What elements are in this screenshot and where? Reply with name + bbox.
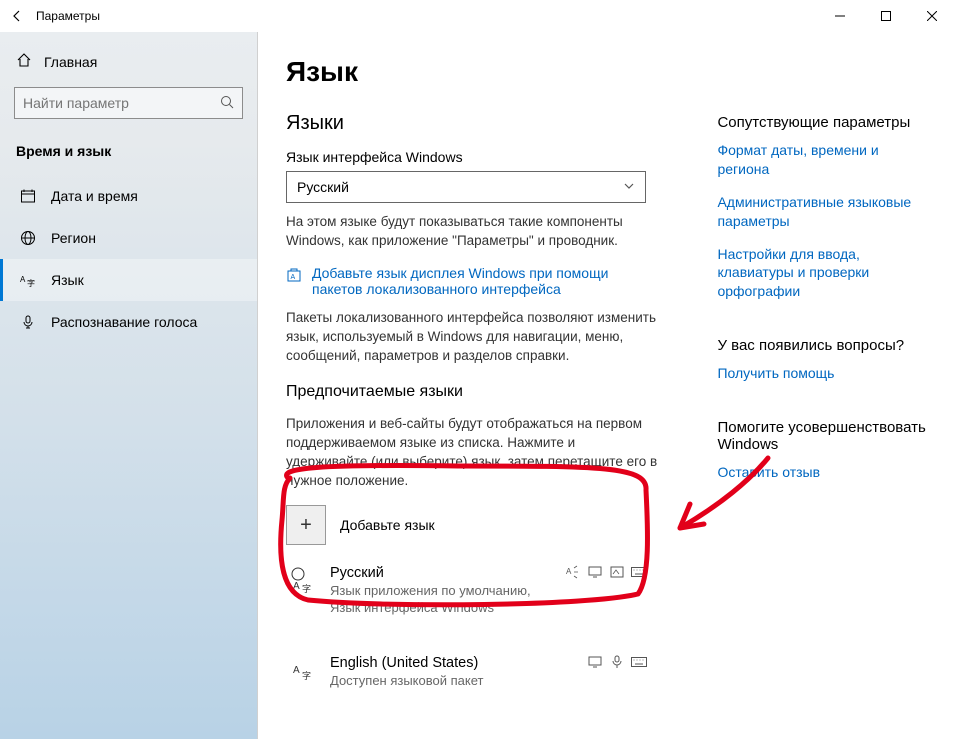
related-link-3[interactable]: Настройки для ввода, клавиатуры и провер… — [717, 245, 927, 302]
page-title: Язык — [286, 56, 657, 88]
sidebar-item-label: Регион — [51, 230, 96, 246]
related-link-1[interactable]: Формат даты, времени и региона — [717, 141, 927, 179]
chevron-down-icon — [623, 179, 635, 195]
language-glyph-icon: A字 — [290, 657, 316, 686]
display-language-value: Русский — [297, 179, 349, 195]
preferred-desc: Приложения и веб-сайты будут отображатьс… — [286, 415, 657, 491]
sidebar: Главная Время и язык Дата и время — [0, 32, 258, 739]
language-subtitle: Язык приложения по умолчанию, Язык интер… — [330, 583, 551, 617]
sidebar-item-datetime[interactable]: Дата и время — [0, 175, 257, 217]
lip-link[interactable]: Добавьте язык дисплея Windows при помощи… — [312, 265, 657, 297]
content-pane: Язык Языки Язык интерфейса Windows Русск… — [286, 56, 657, 719]
preferred-heading: Предпочитаемые языки — [286, 383, 657, 401]
svg-text:字: 字 — [302, 670, 311, 681]
globe-icon — [19, 229, 37, 247]
related-link-2[interactable]: Административные языковые параметры — [717, 193, 927, 231]
back-button[interactable] — [8, 7, 26, 25]
svg-text:A: A — [20, 275, 26, 284]
sidebar-item-label: Дата и время — [51, 188, 138, 204]
lip-desc: Пакеты локализованного интерфейса позвол… — [286, 309, 657, 366]
language-icon: A字 — [19, 271, 37, 289]
sidebar-item-speech[interactable]: Распознавание голоса — [0, 301, 257, 343]
display-language-label: Язык интерфейса Windows — [286, 149, 657, 165]
search-box[interactable] — [14, 87, 243, 119]
svg-text:A: A — [293, 665, 300, 676]
language-item-russian[interactable]: A字 Русский Язык приложения по умолчанию,… — [286, 555, 657, 627]
close-button[interactable] — [909, 0, 955, 32]
speech-icon — [609, 655, 625, 669]
svg-text:A: A — [293, 581, 300, 592]
home-link[interactable]: Главная — [0, 44, 257, 79]
search-icon — [220, 95, 234, 112]
sidebar-item-language[interactable]: A字 Язык — [0, 259, 257, 301]
get-help-link[interactable]: Получить помощь — [717, 364, 927, 383]
right-pane: Сопутствующие параметры Формат даты, вре… — [717, 56, 927, 719]
display-icon — [587, 655, 603, 669]
tts-icon: A — [565, 565, 581, 579]
sidebar-item-region[interactable]: Регион — [0, 217, 257, 259]
category-title: Время и язык — [0, 133, 257, 169]
calendar-icon — [19, 187, 37, 205]
feedback-heading: Помогите усовершенствовать Windows — [717, 419, 927, 453]
svg-text:字: 字 — [302, 583, 311, 593]
home-icon — [16, 52, 32, 71]
svg-text:字: 字 — [27, 278, 35, 288]
search-input[interactable] — [23, 95, 220, 111]
languages-heading: Языки — [286, 112, 657, 135]
display-icon — [587, 565, 603, 579]
sidebar-item-label: Распознавание голоса — [51, 314, 197, 330]
language-name: English (United States) — [330, 655, 573, 671]
maximize-button[interactable] — [863, 0, 909, 32]
language-subtitle: Доступен языковой пакет — [330, 673, 573, 690]
keyboard-icon — [631, 565, 647, 579]
feedback-link[interactable]: Оставить отзыв — [717, 463, 927, 482]
titlebar: Параметры — [0, 0, 955, 32]
minimize-button[interactable] — [817, 0, 863, 32]
window-title: Параметры — [36, 9, 100, 23]
question-heading: У вас появились вопросы? — [717, 337, 927, 354]
language-name: Русский — [330, 565, 551, 581]
language-list: A字 Русский Язык приложения по умолчанию,… — [286, 555, 657, 700]
language-item-english[interactable]: A字 English (United States) Доступен язык… — [286, 645, 657, 700]
svg-text:A: A — [566, 567, 572, 576]
keyboard-icon — [631, 655, 647, 669]
handwriting-icon — [609, 565, 625, 579]
display-language-desc: На этом языке будут показываться такие к… — [286, 213, 657, 251]
plus-icon: + — [286, 505, 326, 545]
microphone-icon — [19, 313, 37, 331]
home-label: Главная — [44, 54, 97, 70]
add-language-label: Добавьте язык — [340, 517, 435, 533]
related-heading: Сопутствующие параметры — [717, 114, 927, 131]
sidebar-item-label: Язык — [51, 272, 84, 288]
store-icon: A — [286, 267, 304, 286]
language-glyph-icon: A字 — [290, 567, 316, 596]
svg-text:A: A — [291, 274, 296, 281]
display-language-select[interactable]: Русский — [286, 171, 646, 203]
lip-link-block[interactable]: A Добавьте язык дисплея Windows при помо… — [286, 265, 657, 297]
add-language-button[interactable]: + Добавьте язык — [286, 505, 657, 545]
